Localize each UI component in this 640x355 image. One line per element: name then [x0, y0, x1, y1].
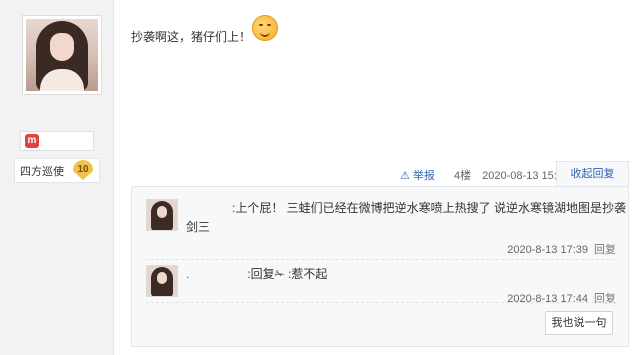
- reply-body: :上个屁！ 三蛙们已经在微博把逆水寒喷上热搜了 说逆水寒镜湖地图是抄袭剑三: [186, 201, 627, 234]
- reply-meta: 2020-8-13 17:39 回复: [507, 241, 616, 257]
- smile-emoji-icon: [252, 15, 278, 41]
- reply-time: 2020-8-13 17:44: [507, 293, 588, 305]
- rank-level-icon: 10: [73, 160, 93, 180]
- reply-author[interactable]: .: [186, 267, 189, 281]
- reply-button[interactable]: 回复: [594, 244, 616, 256]
- reply-avatar[interactable]: [146, 199, 178, 231]
- rank-badge[interactable]: 四方巡使 10: [14, 158, 100, 183]
- say-one-button[interactable]: 我也说一句: [545, 311, 613, 335]
- post-meta: ⚠ 举报 4楼 2020-08-13 15:04: [400, 167, 577, 183]
- reply-text: . :回复✁ :惹不起: [186, 265, 626, 284]
- report-link[interactable]: ⚠ 举报: [400, 170, 443, 182]
- reply-divider: [146, 302, 614, 303]
- reply-text: :上个屁！ 三蛙们已经在微博把逆水寒喷上热搜了 说逆水寒镜湖地图是抄袭剑三: [186, 199, 626, 237]
- post-content: 抄袭啊这，猪仔们上！: [131, 30, 252, 44]
- reply-divider: [146, 259, 614, 260]
- reply-avatar[interactable]: [146, 265, 178, 297]
- rank-name: 四方巡使: [20, 166, 64, 178]
- collapse-replies-button[interactable]: 收起回复: [556, 161, 629, 187]
- reply-body: :回复✁ :惹不起: [247, 267, 328, 281]
- tieba-badge-icon: m: [25, 134, 39, 148]
- avatar-image: [26, 19, 98, 91]
- reply-time: 2020-8-13 17:39: [507, 244, 588, 256]
- reply-button[interactable]: 回复: [594, 293, 616, 305]
- author-avatar[interactable]: [22, 15, 102, 95]
- floor-number: 4楼: [453, 170, 472, 182]
- author-sidebar: m 四方巡使 10: [0, 0, 114, 355]
- member-badge[interactable]: m: [20, 131, 94, 151]
- reply-meta: 2020-8-13 17:44 回复: [507, 290, 616, 306]
